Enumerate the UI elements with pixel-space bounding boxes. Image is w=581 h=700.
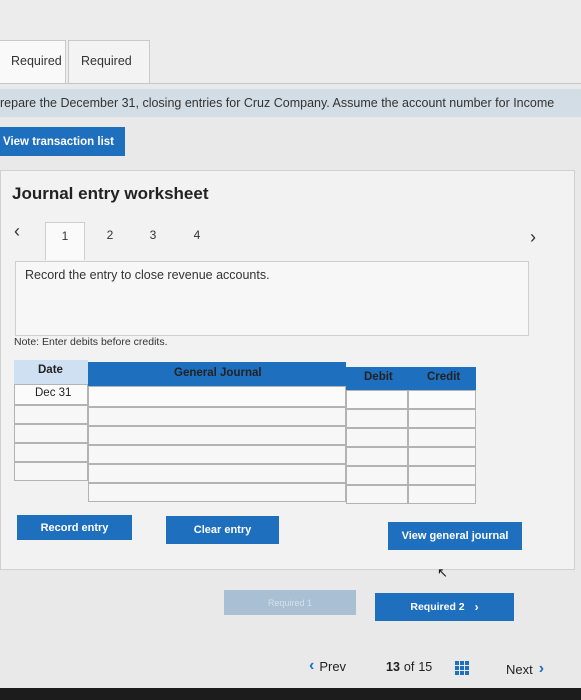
debit-input[interactable] (346, 466, 408, 485)
credit-input[interactable] (408, 447, 476, 466)
date-cell[interactable]: Dec 31 (14, 384, 88, 405)
bottom-edge (0, 688, 581, 700)
step-1-label: 1 (61, 229, 69, 243)
required-2-nav-button[interactable]: Required 2 › (375, 593, 514, 621)
next-label: Next (506, 661, 533, 677)
account-input[interactable] (88, 407, 346, 426)
date-value: Dec 31 (35, 387, 72, 399)
step-tab-1[interactable]: 1 (45, 222, 85, 260)
debit-header-label: Debit (364, 371, 393, 383)
credit-input[interactable] (408, 466, 476, 485)
chevron-left-icon: ‹ (309, 657, 315, 674)
tab-divider (0, 83, 581, 84)
step-tab-4[interactable]: 4 (177, 222, 217, 260)
record-entry-label: Record entry (40, 521, 109, 534)
step-tab-2[interactable]: 2 (90, 222, 130, 260)
grid-menu-icon[interactable] (455, 661, 469, 675)
account-input[interactable] (88, 483, 346, 502)
current-page: 13 (386, 660, 400, 674)
step-2-label: 2 (106, 228, 114, 242)
clear-entry-label: Clear entry (193, 524, 252, 536)
view-transaction-list-label: View transaction list (3, 135, 114, 148)
required-2-nav-label: Required 2 (410, 601, 465, 613)
view-general-journal-label: View general journal (401, 530, 509, 542)
debit-input[interactable] (346, 447, 408, 466)
date-header-label: Date (38, 364, 63, 376)
credit-input[interactable] (408, 485, 476, 504)
debit-credit-note: Note: Enter debits before credits. (14, 336, 168, 348)
instruction-bar: repare the December 31, closing entries … (0, 89, 581, 117)
debit-input[interactable] (346, 485, 408, 504)
record-instruction-text: Record the entry to close revenue accoun… (25, 268, 270, 282)
page-indicator: 13 of 15 (386, 660, 432, 674)
step-tab-3[interactable]: 3 (133, 222, 173, 260)
debit-input[interactable] (346, 409, 408, 428)
account-input[interactable] (88, 426, 346, 445)
record-entry-button[interactable]: Record entry (17, 515, 132, 540)
prev-step-arrow-icon[interactable]: ‹ (14, 221, 20, 242)
credit-input[interactable] (408, 428, 476, 447)
required-1-nav-button[interactable]: Required 1 (224, 590, 356, 615)
debit-input[interactable] (346, 390, 408, 409)
record-instruction-box: Record the entry to close revenue accoun… (15, 261, 529, 336)
general-journal-column-header: General Journal (88, 362, 346, 386)
journal-table-body: Dec 31 (14, 384, 476, 508)
prev-page-button[interactable]: ‹ Prev (309, 657, 346, 675)
next-step-arrow-icon[interactable]: › (530, 227, 536, 248)
mouse-cursor-icon: ↖ (437, 565, 448, 580)
debit-input[interactable] (346, 428, 408, 447)
date-cell[interactable] (14, 443, 88, 462)
tab-required-1[interactable]: Required 1 (0, 40, 66, 108)
total-pages: 15 (418, 660, 433, 674)
prev-label: Prev (319, 658, 347, 674)
general-journal-header-label: General Journal (174, 367, 262, 379)
worksheet-title: Journal entry worksheet (12, 184, 209, 203)
view-general-journal-button[interactable]: View general journal (388, 522, 522, 550)
account-input[interactable] (88, 464, 346, 483)
date-column-header: Date (14, 360, 88, 384)
account-input[interactable] (88, 386, 346, 407)
date-cell[interactable] (14, 462, 88, 481)
tab-required-2[interactable]: Required 2 (68, 40, 150, 108)
clear-entry-button[interactable]: Clear entry (166, 516, 279, 544)
chevron-right-icon: › (474, 600, 479, 614)
instruction-text: repare the December 31, closing entries … (0, 96, 555, 110)
page-of-label: of (403, 660, 415, 674)
chevron-right-icon: › (538, 660, 545, 677)
date-cell[interactable] (14, 424, 88, 443)
view-transaction-list-button[interactable]: View transaction list (0, 127, 125, 156)
credit-input[interactable] (408, 390, 476, 409)
date-cell[interactable] (14, 405, 88, 424)
credit-header-label: Credit (427, 371, 461, 383)
step-3-label: 3 (149, 228, 157, 242)
step-4-label: 4 (193, 228, 201, 242)
account-input[interactable] (88, 445, 346, 464)
next-page-button[interactable]: Next › (506, 660, 544, 678)
credit-input[interactable] (408, 409, 476, 428)
required-1-nav-label: Required 1 (267, 597, 313, 608)
